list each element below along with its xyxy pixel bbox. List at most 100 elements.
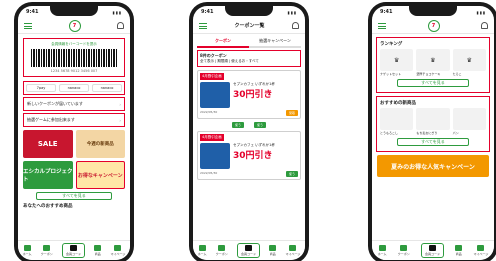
coupon-icon	[218, 245, 226, 251]
menu-icon[interactable]	[378, 22, 386, 29]
user-icon	[114, 245, 122, 251]
ranking-section: ランキング ♛ ナゲットセット ♛ 濃厚チョコケーキ ♛ たらこ すべてを見る	[376, 37, 490, 93]
nav-coupon[interactable]: クーポン	[216, 245, 228, 256]
signal-icon: ▮▮▮	[476, 9, 486, 15]
coupon-text: セブンカフェ いずれか1杯 30円引き	[233, 82, 298, 108]
crown-icon: ♛	[452, 49, 486, 71]
coupon-card[interactable]: 4月割引企画 セブンカフェ いずれか1杯 30円引き 2022/05/30 使う	[197, 131, 301, 180]
see-all-button[interactable]: すべてを見る	[397, 79, 469, 87]
nav-products[interactable]: 商品	[269, 245, 277, 256]
nav-mypage[interactable]: マイページ	[285, 245, 300, 256]
pay-nanaco[interactable]: nanaco	[59, 84, 89, 92]
receive-button[interactable]: 受取	[286, 110, 298, 116]
coupon-card[interactable]: 4月割引企画 セブンカフェ いずれか1杯 30円引き 2022/05/30 受取	[197, 70, 301, 119]
brand-logo: 7	[427, 19, 440, 32]
menu-icon[interactable]	[199, 22, 207, 29]
bottom-nav: ホーム クーポン 会員コード 商品 マイページ	[193, 240, 305, 260]
products-icon	[94, 245, 102, 251]
notice-text: 抽選ゲームに参加出来ます	[27, 117, 75, 122]
see-all-button[interactable]: すべてを見る	[397, 138, 469, 146]
coupon-price: 30円引き	[233, 151, 273, 161]
campaign-banner[interactable]: 夏みのお得な人気キャンペーン	[377, 155, 489, 177]
tile-new-products[interactable]: 今週の新商品	[75, 130, 125, 158]
chevron-right-icon: ›	[119, 101, 121, 107]
product-item[interactable]: もち麦おにぎり	[416, 108, 450, 135]
bell-icon[interactable]	[117, 22, 124, 29]
rank-item[interactable]: ♛ ナゲットセット	[380, 49, 414, 76]
app-header: 7	[372, 18, 494, 34]
rank-item[interactable]: ♛ たらこ	[452, 49, 486, 76]
game-notice[interactable]: 抽選ゲームに参加出来ます ›	[23, 113, 125, 127]
nav-products[interactable]: 商品	[94, 245, 102, 256]
coupon-notice[interactable]: 新しいクーポンが届いています ›	[23, 97, 125, 111]
phone-coupons: 9:41 ▮▮▮ クーポン一覧 クーポン 抽選キャンペーン 8件のクーポン 全て…	[189, 2, 309, 261]
signal-icon: ▮▮▮	[287, 9, 297, 15]
use-button[interactable]: 使う	[286, 171, 298, 177]
phone-home: 9:41 ▮▮▮ 7 会員情報をバーコードを提示 1234 5678 9012 …	[14, 2, 134, 261]
payment-row: 7pay nanaco nanaco	[23, 81, 125, 95]
pay-nanaco-2[interactable]: nanaco	[92, 84, 122, 92]
product-image	[452, 108, 486, 130]
feature-tiles: SALE 今週の新商品 エシカルプロジェクト お得なキャンペーン	[23, 130, 125, 189]
user-icon	[477, 245, 485, 251]
product-image	[380, 108, 414, 130]
app-header: 7	[18, 18, 130, 34]
menu-icon[interactable]	[24, 22, 32, 29]
coupon-label: 4月割引企画	[200, 73, 224, 80]
coupon-text: セブンカフェ いずれか1杯 30円引き	[233, 143, 298, 169]
tile-campaign[interactable]: お得なキャンペーン	[75, 161, 125, 189]
nav-home[interactable]: ホーム	[378, 245, 387, 256]
home-icon	[198, 245, 206, 251]
bell-icon[interactable]	[481, 22, 488, 29]
see-all-button[interactable]: すべてを見る	[36, 192, 112, 200]
notice-text: 新しいクーポンが届いています	[27, 101, 83, 106]
nav-home[interactable]: ホーム	[198, 245, 207, 256]
coupon-header: 4月割引企画	[200, 134, 298, 141]
coupon-icon	[400, 245, 408, 251]
notch	[225, 6, 273, 16]
rank-item[interactable]: ♛ 濃厚チョコケーキ	[416, 49, 450, 76]
nav-mypage[interactable]: マイページ	[473, 245, 488, 256]
filter-bar[interactable]: 8件のクーポン 全て表示 | 期限順 | 使えるお・すべて	[197, 50, 301, 67]
filter-options: 全て表示 | 期限順 | 使えるお・すべて	[200, 59, 259, 63]
ranking-list: ♛ ナゲットセット ♛ 濃厚チョコケーキ ♛ たらこ	[380, 49, 486, 76]
barcode-icon	[69, 245, 77, 251]
coffee-image	[200, 82, 230, 108]
nav-member-code[interactable]: 会員コード	[420, 243, 444, 258]
nav-home[interactable]: ホーム	[23, 245, 32, 256]
coupon-screen: 9:41 ▮▮▮ クーポン一覧 クーポン 抽選キャンペーン 8件のクーポン 全て…	[193, 6, 305, 260]
nav-coupon[interactable]: クーポン	[398, 245, 410, 256]
use-button-2[interactable]: 使う	[254, 122, 266, 128]
member-head: 会員情報をバーコードを提示	[51, 42, 97, 46]
notch	[50, 6, 98, 16]
use-button[interactable]: 使う	[232, 122, 244, 128]
coupon-date: 2022/05/30	[200, 110, 218, 114]
tab-coupons[interactable]: クーポン	[197, 36, 249, 48]
coupon-date: 2022/05/30	[200, 171, 218, 175]
nav-member-code[interactable]: 会員コード	[61, 243, 85, 258]
tile-ethical[interactable]: エシカルプロジェクト	[23, 161, 73, 189]
crown-icon: ♛	[380, 49, 414, 71]
filter-text: 8件のクーポン 全て表示 | 期限順 | 使えるお・すべて	[200, 53, 259, 64]
nav-member-code[interactable]: 会員コード	[236, 243, 260, 258]
member-number: 1234 5678 9012 3456 007	[50, 69, 98, 73]
coffee-image	[200, 143, 230, 169]
bell-icon[interactable]	[291, 22, 299, 29]
pay-7pay[interactable]: 7pay	[26, 84, 56, 92]
coupon-icon	[43, 245, 51, 251]
nav-products[interactable]: 商品	[455, 245, 463, 256]
status-time: 9:41	[380, 9, 393, 15]
product-item[interactable]: パン	[452, 108, 486, 135]
nav-coupon[interactable]: クーポン	[41, 245, 53, 256]
barcode	[31, 49, 117, 67]
chevron-right-icon: ›	[119, 117, 121, 123]
member-card[interactable]: 会員情報をバーコードを提示 1234 5678 9012 3456 007	[23, 38, 125, 77]
product-item[interactable]: とうもろこし	[380, 108, 414, 135]
tile-sale[interactable]: SALE	[23, 130, 73, 158]
coupon-tabs: クーポン 抽選キャンペーン	[197, 36, 301, 48]
status-time: 9:41	[26, 9, 39, 15]
phone-ranking: 9:41 ▮▮▮ 7 ランキング ♛ ナゲットセット ♛ 濃厚チョコケーキ ♛ たらこ…	[368, 2, 496, 261]
tab-lottery[interactable]: 抽選キャンペーン	[249, 36, 301, 48]
nav-mypage[interactable]: マイページ	[110, 245, 125, 256]
coupon-price: 30円引き	[233, 90, 273, 100]
